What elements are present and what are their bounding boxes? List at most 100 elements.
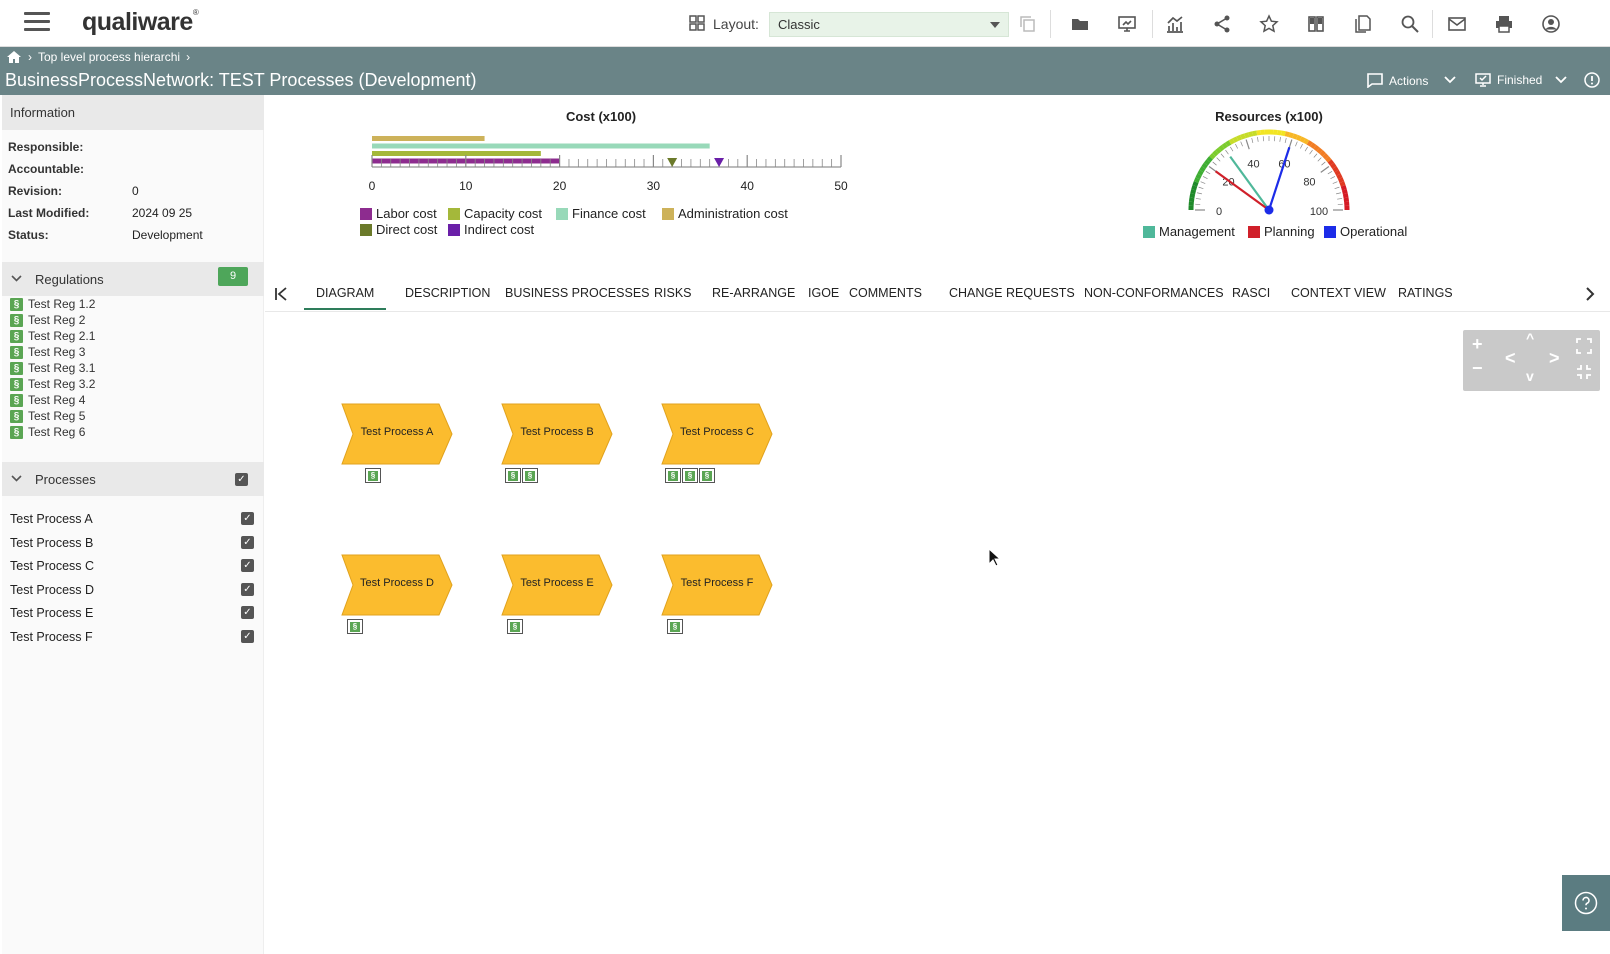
- gauge-legend-item[interactable]: Management: [1143, 224, 1235, 239]
- tab-description[interactable]: DESCRIPTION: [405, 286, 490, 300]
- process-list-item[interactable]: Test Process D ✓: [10, 582, 254, 597]
- process-list-item[interactable]: Test Process C ✓: [10, 559, 254, 573]
- process-shape[interactable]: Test Process B: [501, 403, 613, 465]
- process-list-item[interactable]: Test Process A ✓: [10, 512, 254, 526]
- regulation-item[interactable]: § Test Reg 3.2: [10, 377, 95, 391]
- regulations-header[interactable]: Regulations 9: [2, 262, 264, 296]
- gauge-color-arc: [1193, 177, 1201, 183]
- user-account-icon[interactable]: [1541, 14, 1561, 34]
- process-shape[interactable]: Test Process A: [341, 403, 453, 465]
- hamburger-menu-icon[interactable]: [24, 12, 50, 32]
- process-checkbox[interactable]: ✓: [241, 582, 254, 596]
- print-icon[interactable]: [1494, 14, 1514, 34]
- documents-icon[interactable]: [1353, 14, 1373, 34]
- help-button[interactable]: [1562, 875, 1610, 931]
- legend-label: Operational: [1340, 224, 1408, 239]
- zoom-out-icon[interactable]: −: [1472, 358, 1483, 379]
- regulation-marker-icon[interactable]: §: [522, 468, 538, 483]
- process-list-item[interactable]: Test Process F ✓: [10, 629, 254, 644]
- processes-title: Processes: [35, 472, 96, 487]
- regulation-marker-icon[interactable]: §: [365, 468, 381, 483]
- process-checkbox[interactable]: ✓: [241, 559, 254, 572]
- process-list-item[interactable]: Test Process E ✓: [10, 606, 254, 620]
- tab-igoe[interactable]: IGOE: [808, 286, 839, 300]
- cost-legend-item[interactable]: Finance cost: [556, 206, 646, 221]
- regulation-marker-icon[interactable]: §: [665, 468, 681, 483]
- regulation-marker-icon[interactable]: §: [667, 619, 683, 634]
- chevron-down-icon[interactable]: [11, 275, 22, 283]
- process-checkbox[interactable]: ✓: [241, 535, 254, 549]
- process-checkbox[interactable]: ✓: [241, 629, 254, 643]
- folder-icon[interactable]: [1070, 14, 1090, 34]
- regulation-marker-icon[interactable]: §: [699, 468, 715, 483]
- pan-up-icon[interactable]: ^: [1526, 330, 1534, 346]
- breadcrumb-link[interactable]: Top level process hierarchi: [38, 50, 180, 64]
- chevron-down-icon[interactable]: [11, 475, 22, 483]
- first-tab-icon[interactable]: [274, 287, 288, 301]
- finished-status-button[interactable]: Finished: [1475, 73, 1542, 87]
- mail-icon[interactable]: [1447, 14, 1467, 34]
- processes-header[interactable]: Processes ✓: [2, 462, 264, 496]
- zoom-in-icon[interactable]: +: [1472, 334, 1483, 355]
- tab-rasci[interactable]: RASCI: [1232, 286, 1270, 300]
- regulation-item[interactable]: § Test Reg 2: [10, 313, 85, 327]
- chevron-down-icon[interactable]: [1444, 76, 1456, 84]
- process-shape[interactable]: Test Process E: [501, 554, 613, 616]
- gauge-tick: [1304, 146, 1308, 152]
- actions-button[interactable]: Actions: [1367, 73, 1428, 88]
- select-all-checkbox[interactable]: ✓: [235, 473, 248, 486]
- gauge-legend-item[interactable]: Planning: [1248, 224, 1315, 239]
- regulation-item[interactable]: § Test Reg 5: [10, 409, 85, 423]
- regulation-marker-icon[interactable]: §: [682, 468, 698, 483]
- tab-diagram[interactable]: DIAGRAM: [304, 286, 387, 310]
- qualiware-logo[interactable]: qualiware®: [82, 8, 199, 37]
- presentation-icon[interactable]: [1117, 14, 1137, 34]
- tab-risks[interactable]: RISKS: [654, 286, 692, 300]
- tab-non-conformances[interactable]: NON-CONFORMANCES: [1084, 286, 1224, 300]
- process-shape[interactable]: Test Process C: [661, 403, 773, 465]
- gauge-legend-item[interactable]: Operational: [1324, 224, 1407, 239]
- tab-ratings[interactable]: RATINGS: [1398, 286, 1453, 300]
- actual-size-icon[interactable]: [1576, 364, 1592, 380]
- search-icon[interactable]: [1400, 14, 1420, 34]
- process-list-item[interactable]: Test Process B ✓: [10, 535, 254, 550]
- regulation-item[interactable]: § Test Reg 3.1: [10, 361, 95, 375]
- chevron-right-icon[interactable]: [1585, 287, 1595, 301]
- pan-left-icon[interactable]: <: [1505, 348, 1516, 369]
- fit-to-screen-icon[interactable]: [1576, 338, 1592, 354]
- tab-business-processes[interactable]: BUSINESS PROCESSES: [505, 286, 650, 300]
- compare-icon[interactable]: [1306, 14, 1326, 34]
- cost-legend-item[interactable]: Administration cost: [662, 206, 788, 221]
- analytics-icon[interactable]: [1165, 14, 1185, 34]
- info-icon[interactable]: [1584, 72, 1600, 88]
- tab-context-view[interactable]: CONTEXT VIEW: [1291, 286, 1386, 300]
- regulation-marker-icon[interactable]: §: [507, 619, 523, 634]
- pan-down-icon[interactable]: v: [1526, 368, 1534, 384]
- chevron-down-icon[interactable]: [1555, 76, 1567, 84]
- regulation-item[interactable]: § Test Reg 3: [10, 345, 85, 359]
- tab-comments[interactable]: COMMENTS: [849, 286, 922, 300]
- tab-re-arrange[interactable]: RE-ARRANGE: [712, 286, 795, 300]
- regulation-item[interactable]: § Test Reg 4: [10, 393, 85, 407]
- regulation-marker-icon[interactable]: §: [347, 619, 363, 634]
- star-icon[interactable]: [1259, 14, 1279, 34]
- process-checkbox[interactable]: ✓: [241, 606, 254, 619]
- pan-right-icon[interactable]: >: [1549, 348, 1560, 369]
- regulation-item[interactable]: § Test Reg 6: [10, 425, 85, 439]
- cost-legend-item[interactable]: Capacity cost: [448, 206, 542, 221]
- regulation-item[interactable]: § Test Reg 1.2: [10, 297, 95, 311]
- regulation-item[interactable]: § Test Reg 2.1: [10, 329, 95, 343]
- home-icon[interactable]: [6, 50, 22, 64]
- regulation-marker-icon[interactable]: §: [505, 468, 521, 483]
- process-shape[interactable]: Test Process D: [341, 554, 453, 616]
- tab-change-requests[interactable]: CHANGE REQUESTS: [949, 286, 1075, 300]
- cost-legend-item[interactable]: Direct cost: [360, 222, 437, 237]
- cost-legend-item[interactable]: Labor cost: [360, 206, 437, 221]
- copy-disabled-icon[interactable]: [1018, 14, 1038, 34]
- title-bar: › Top level process hierarchi › Business…: [0, 47, 1610, 95]
- process-shape[interactable]: Test Process F: [661, 554, 773, 616]
- process-checkbox[interactable]: ✓: [241, 512, 254, 525]
- layout-select[interactable]: Classic: [769, 12, 1009, 37]
- share-icon[interactable]: [1212, 14, 1232, 34]
- cost-legend-item[interactable]: Indirect cost: [448, 222, 534, 237]
